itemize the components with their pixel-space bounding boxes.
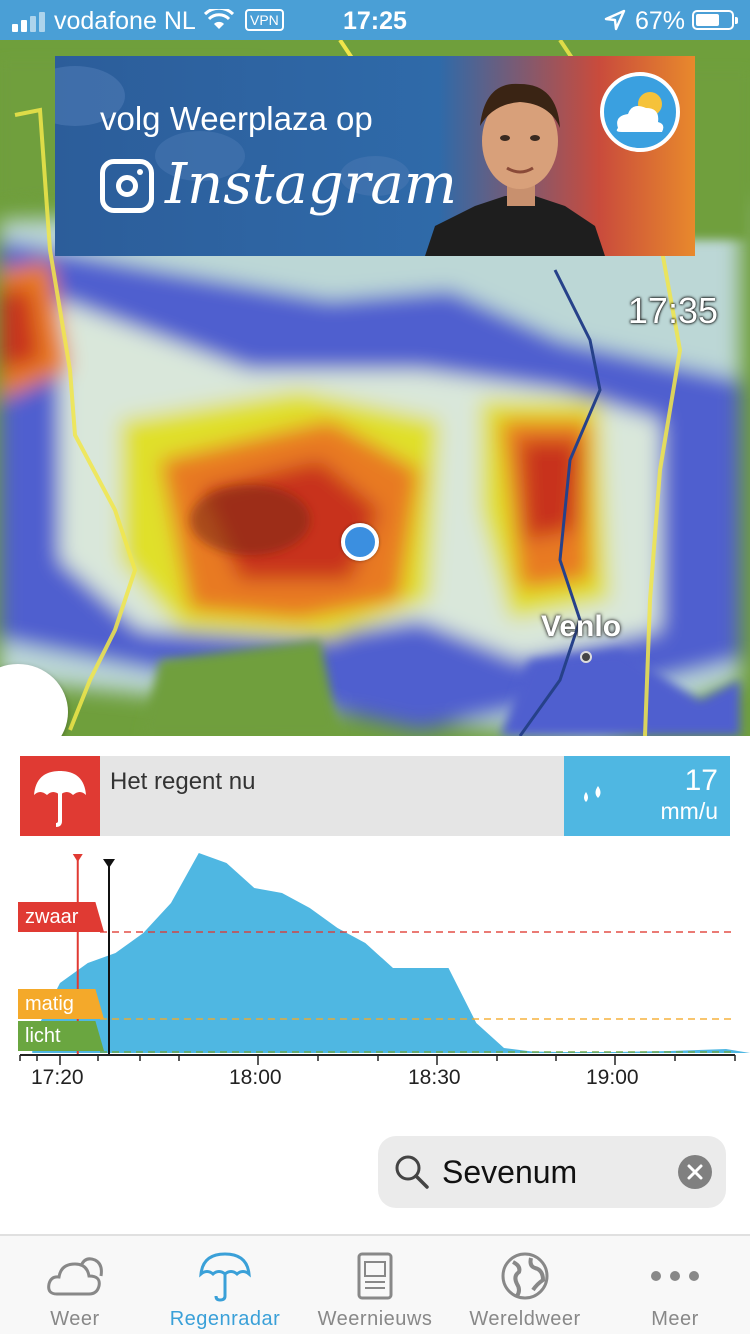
banner-brand: Instagram [165,152,457,217]
newspaper-icon [357,1252,393,1300]
selected-marker-head [103,859,115,868]
globe-icon [501,1252,549,1300]
rain-intensity-box: 17 mm/u [564,756,730,836]
rain-status-bar: Het regent nu 17 mm/u [20,756,730,836]
battery-icon [692,10,738,30]
battery-percent: 67% [635,7,686,35]
cloud-icon [47,1257,103,1296]
instagram-icon [100,159,154,213]
level-label-light: licht [18,1021,104,1051]
tab-label: Meer [651,1308,699,1330]
instagram-promo-banner[interactable]: volg Weerplaza op Instagram [55,56,695,256]
status-bar: vodafone NL VPN 17:25 67% [0,0,750,40]
more-icon [651,1271,699,1281]
tab-label: Weer [50,1308,100,1330]
raindrops-icon [584,786,601,802]
x-tick-label: 19:00 [586,1066,639,1089]
tab-regenradar[interactable]: Regenradar [150,1236,300,1334]
clear-search-icon[interactable] [678,1155,712,1189]
double-chevron-right-icon [0,664,8,694]
tab-meer[interactable]: Meer [600,1236,750,1334]
umbrella-icon [20,756,100,836]
x-tick-label: 18:30 [408,1066,461,1089]
rain-status-text: Het regent nu [110,768,256,795]
level-label-heavy: zwaar [18,902,104,932]
location-search[interactable] [378,1136,726,1208]
status-time: 17:25 [343,7,407,35]
rain-intensity-value: 17 [684,764,718,797]
x-tick-label: 18:00 [229,1066,282,1089]
rain-intensity-unit: mm/u [660,798,719,824]
city-label: Venlo [541,610,622,643]
carrier-name: vodafone NL [54,7,196,35]
search-input[interactable] [442,1150,662,1194]
weerplaza-logo [600,72,680,152]
level-label-moderate: matig [18,989,104,1019]
wifi-icon [203,6,235,38]
tab-weernieuws[interactable]: Weernieuws [300,1236,450,1334]
tab-bar: Weer Regenradar Weernieuws Wereldweer Me… [0,1234,750,1334]
current-location-marker[interactable] [341,523,379,561]
city-marker [580,651,592,663]
x-tick-label: 17:20 [31,1066,84,1089]
chart-canvas [19,853,750,1065]
rain-area [32,853,750,1053]
tab-weer[interactable]: Weer [0,1236,150,1334]
umbrella-icon [199,1252,251,1302]
location-arrow-icon [604,9,626,38]
now-marker-head [72,854,83,862]
rain-forecast-chart[interactable] [0,840,750,1100]
vpn-badge: VPN [245,9,284,31]
banner-headline: volg Weerplaza op [100,100,373,137]
tab-label: Wereldweer [469,1308,581,1330]
radar-timestamp: 17:35 [627,290,718,331]
tab-wereldweer[interactable]: Wereldweer [450,1236,600,1334]
app: vodafone NL VPN 17:25 67% 17:35 Venlo vo… [0,0,750,1334]
search-icon [395,1155,429,1189]
signal-icon [12,12,45,32]
tab-label: Weernieuws [317,1308,433,1330]
tab-label: Regenradar [169,1308,281,1330]
presenter-photo [425,83,605,256]
